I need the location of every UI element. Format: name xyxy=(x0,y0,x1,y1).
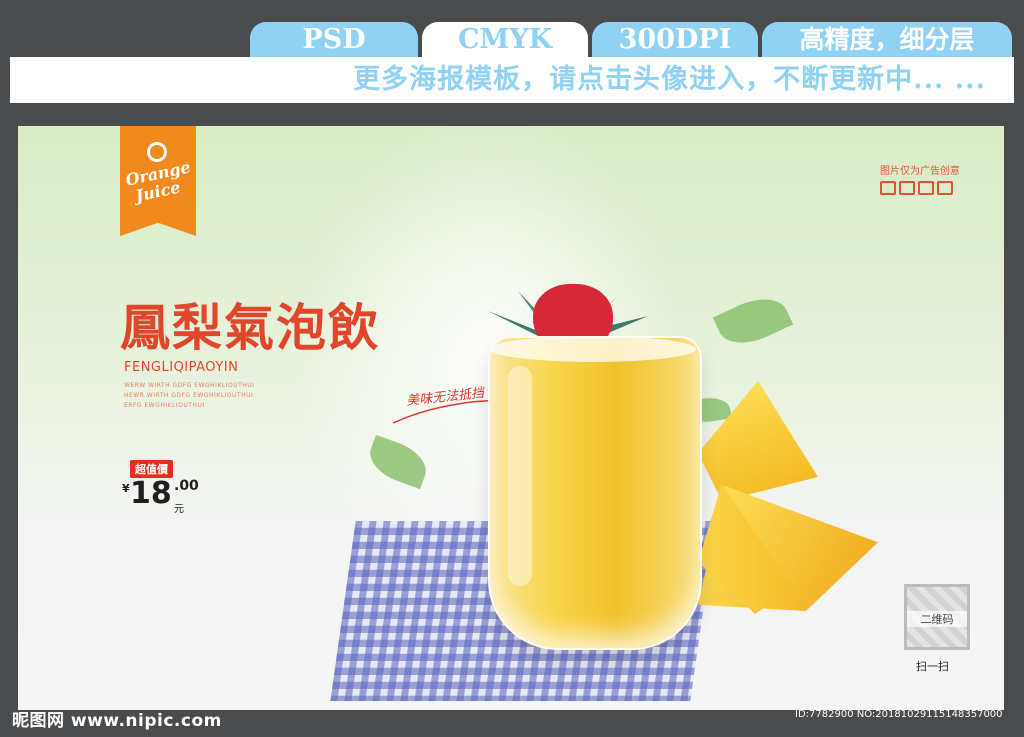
disclaimer-text: 图片仅为广告创意 xyxy=(880,166,960,177)
glass-rim xyxy=(490,336,696,362)
image-id: ID:7782900 NO:20181029115148357000 xyxy=(795,709,1003,720)
poster: Orange Juice 图片仅为广告创意 鳳梨氣泡飲 FENGLIQIPAOY… xyxy=(18,126,1004,710)
product-title: 鳳梨氣泡飲 xyxy=(120,298,380,357)
currency-symbol: ¥ xyxy=(122,482,130,495)
glass-shine xyxy=(508,366,532,586)
small-text-3: ERFG EWGHIKLIOUTHUI xyxy=(124,402,205,409)
tab-quality[interactable]: 高精度，细分层 xyxy=(762,22,1012,58)
warning-icons xyxy=(880,180,956,199)
tab-300dpi[interactable]: 300DPI xyxy=(592,22,758,58)
tab-cmyk[interactable]: CMYK xyxy=(422,22,588,58)
price: 18 xyxy=(130,476,172,511)
product-subtitle: FENGLIQIPAOYIN xyxy=(124,360,239,375)
no-wifi-icon xyxy=(918,181,934,195)
leaf-decoration xyxy=(712,288,794,354)
price-cents: .00 xyxy=(174,478,199,494)
qr-code[interactable]: 二维码 xyxy=(904,584,970,650)
small-text-1: WERW WIRTH GDFG EWGHIKLIOUTHUI xyxy=(124,382,255,389)
leaf-decoration xyxy=(363,434,433,490)
price-unit: 元 xyxy=(174,504,184,515)
promo-banner[interactable]: 更多海报模板，请点击头像进入，不断更新中... ... xyxy=(10,57,1014,103)
small-text-2: HEWR WIRTH GDFG EWGHIKLIOUTHUI xyxy=(124,392,254,399)
no-camera-icon xyxy=(899,181,915,195)
scan-label: 扫一扫 xyxy=(916,660,949,673)
tab-psd[interactable]: PSD xyxy=(250,22,418,58)
orange-juice-logo: Orange Juice xyxy=(120,126,196,236)
qr-label: 二维码 xyxy=(907,611,967,627)
no-smoking-icon xyxy=(880,181,896,195)
site-watermark: 昵图网 www.nipic.com xyxy=(12,711,222,731)
card-icon xyxy=(937,181,953,195)
orange-icon xyxy=(147,142,167,162)
